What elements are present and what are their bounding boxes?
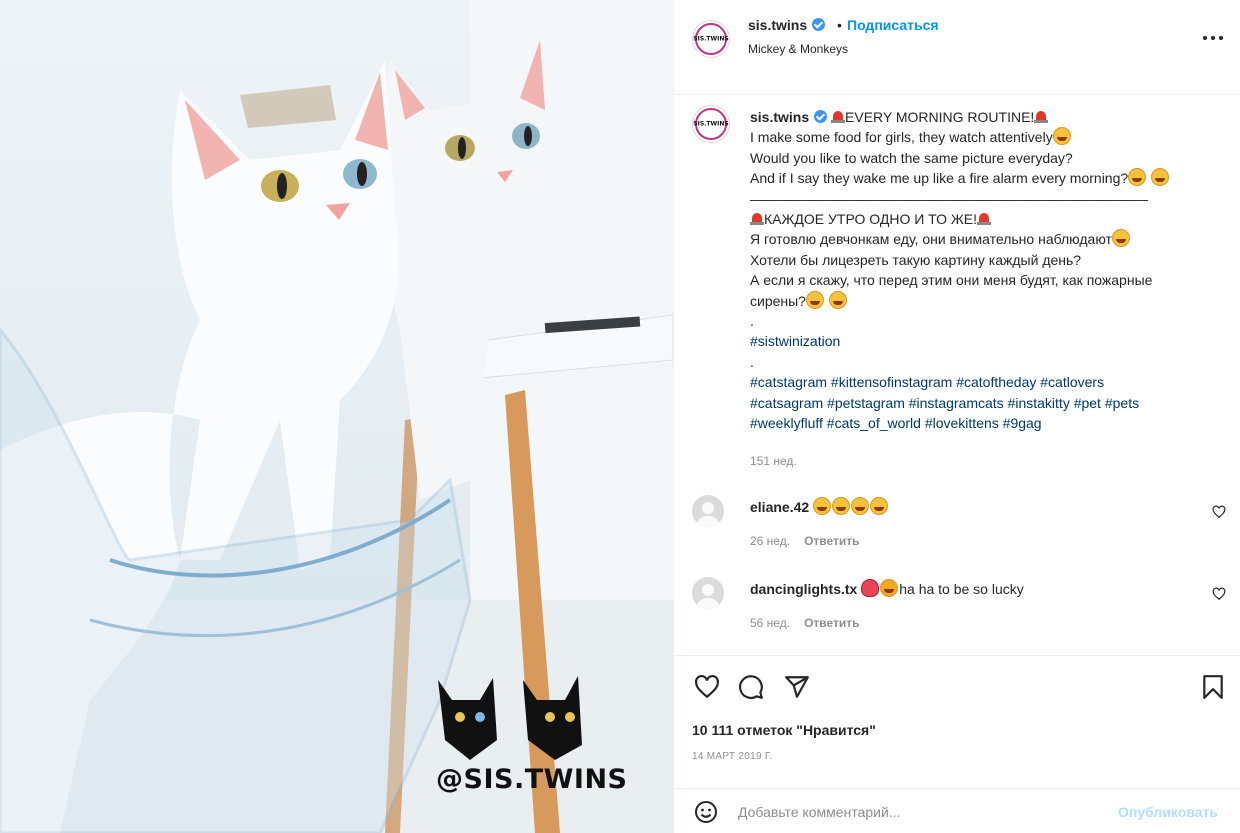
add-comment-bar: Опубликовать [674,788,1240,833]
heart-icon[interactable] [694,674,720,700]
caption-line: sis.twins EVERY MORNING ROUTINE! [750,107,1220,127]
laughing-emoji-icon [805,290,824,309]
caption-line: А если я скажу, что перед этим они меня … [750,272,1153,289]
caption-title: EVERY MORNING ROUTINE! [845,109,1035,125]
location-link[interactable]: Mickey & Monkeys [748,42,848,56]
heart-eyes-emoji-icon [870,497,889,515]
caption-text: КАЖДОЕ УТРО ОДНО И ТО ЖЕ! [764,211,978,228]
hashtags-line[interactable]: #weeklyfluff #cats_of_world #lovekittens… [750,413,1220,433]
caption-line: Я готовлю девчонкам еду, они внимательно… [750,229,1220,249]
post-header: SIS.TWINS sis.twins • Подписаться Mickey… [674,0,1240,95]
more-options-icon[interactable] [1201,28,1225,48]
heart-emoji-icon [861,579,880,597]
post-caption: sis.twins EVERY MORNING ROUTINE! I make … [750,107,1220,434]
add-comment-input[interactable] [738,801,1108,823]
caption-dot: . [750,313,754,330]
emoji-icon[interactable] [694,800,718,824]
caption-text: сирены? [750,292,806,309]
caption-line: Хотели бы лицезреть такую картину каждый… [750,251,1082,268]
share-icon[interactable] [784,674,810,700]
caption-author-avatar[interactable]: SIS.TWINS [692,105,730,143]
comment-meta: 26 нед. Ответить [750,534,860,548]
laughing-emoji-icon [1128,168,1147,187]
siren-emoji-icon [750,213,764,226]
laughing-emoji-icon [832,497,851,515]
caption-line: КАЖДОЕ УТРО ОДНО И ТО ЖЕ! [750,209,1220,229]
post-actions: 10 111 отметок "Нравится" 14 МАРТ 2019 Г… [674,655,1240,788]
laughing-emoji-icon [1111,229,1130,248]
comment-icon[interactable] [738,674,764,700]
avatar-logo-text: SIS.TWINS [693,120,729,128]
commenter-username-link[interactable]: dancinglights.tx [750,581,857,597]
caption-line: I make some food for girls, they watch a… [750,127,1220,147]
comment-like-heart-icon[interactable] [1212,587,1226,601]
caption-line: And if I say they wake me up like a fire… [750,168,1220,188]
siren-emoji-icon [977,213,992,226]
author-username-row: sis.twins [748,17,826,33]
likes-count[interactable]: 10 111 отметок "Нравится" [692,722,876,738]
laughing-emoji-icon [1052,127,1071,146]
separator-dot: • [837,17,842,33]
siren-emoji-icon [1034,111,1049,123]
more-dot [1219,36,1223,40]
hashtag-link[interactable]: #sistwinization [750,331,1220,351]
comment-time: 26 нед. [750,534,791,548]
more-dot [1203,36,1207,40]
comment-like-heart-icon[interactable] [1212,505,1226,519]
caption-username-link[interactable]: sis.twins [750,109,809,125]
caption-text: Я готовлю девчонкам еду, они внимательно… [750,231,1112,248]
siren-emoji-icon [831,111,846,123]
commenter-avatar[interactable] [692,495,724,527]
caption-text: I make some food for girls, they watch a… [750,129,1053,146]
commenter-username-link[interactable]: eliane.42 [750,499,809,515]
verified-badge-icon [814,110,828,123]
reply-button[interactable]: Ответить [804,616,859,630]
avatar-logo-text: SIS.TWINS [693,35,729,43]
more-dot [1211,36,1215,40]
watermark-text: @SIS.TWINS [436,764,628,795]
bookmark-icon[interactable] [1200,674,1226,700]
comment-text: eliane.42 [750,497,889,515]
comment-time: 56 нед. [750,616,791,630]
instagram-post-view: @SIS.TWINS SIS.TWINS sis.twins • Подписа… [0,0,1240,833]
laughing-emoji-icon [813,497,832,515]
author-username-link[interactable]: sis.twins [748,17,807,33]
verified-badge-icon [812,18,826,31]
comment-meta: 56 нед. Ответить [750,616,860,630]
caption-separator: ————————————————————————————————— [750,190,1148,207]
comments-area[interactable]: SIS.TWINS sis.twins EVERY MORNING ROUTIN… [674,95,1240,655]
caption-dot: . [750,353,754,370]
hashtags-line[interactable]: #catstagram #kittensofinstagram #catofth… [750,372,1220,392]
caption-line: Would you like to watch the same picture… [750,149,1073,166]
comment-body: ha ha to be so lucky [899,581,1024,597]
commenter-avatar[interactable] [692,577,724,609]
comment-text: dancinglights.tx ha ha to be so lucky [750,579,1024,597]
publish-button[interactable]: Опубликовать [1118,804,1218,820]
post-photo[interactable]: @SIS.TWINS [0,0,673,833]
cats-photo-illustration [0,0,673,833]
heart-eyes-emoji-icon [851,497,870,515]
hashtags-line[interactable]: #catsagram #petstagram #instagramcats #i… [750,393,1220,413]
caption-line: сирены? [750,290,1220,311]
author-avatar[interactable]: SIS.TWINS [692,20,730,58]
caption-text: And if I say they wake me up like a fire… [750,170,1129,187]
laughing-emoji-icon [828,290,847,309]
follow-button[interactable]: Подписаться [847,17,939,33]
post-date: 14 МАРТ 2019 Г. [692,751,773,762]
caption-timestamp: 151 нед. [750,454,797,468]
post-side-panel: SIS.TWINS sis.twins • Подписаться Mickey… [673,0,1240,833]
reply-button[interactable]: Ответить [804,534,859,548]
cat-emoji-icon [880,579,899,597]
laughing-emoji-icon [1151,168,1170,187]
